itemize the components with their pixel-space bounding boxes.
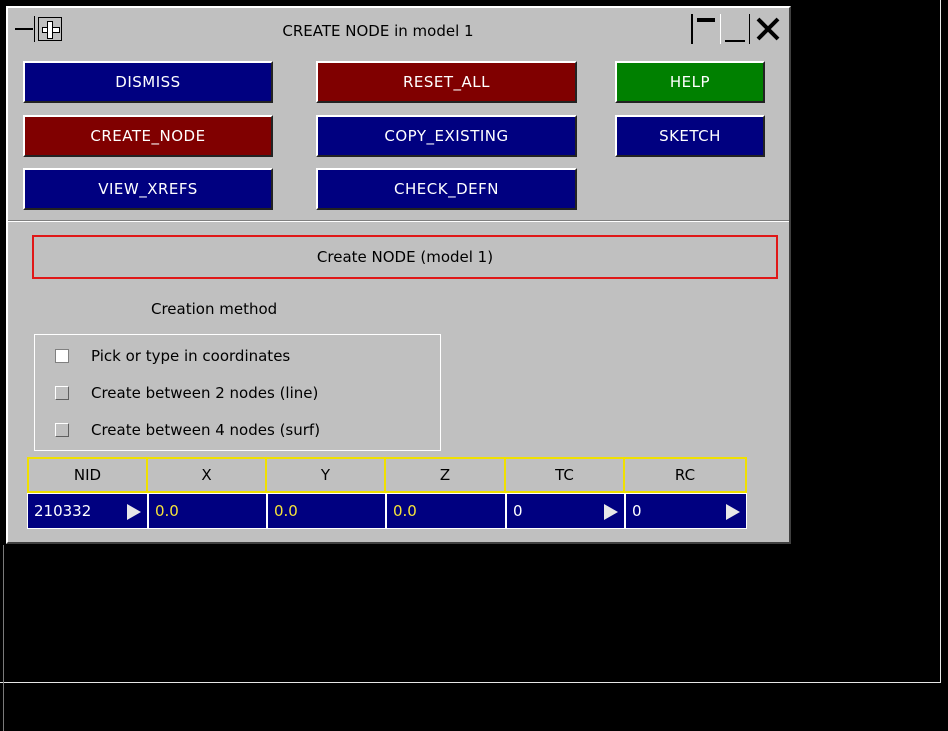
checkbox-icon[interactable] — [55, 386, 69, 400]
header-rc: RC — [623, 457, 747, 493]
header-nid: NID — [27, 457, 148, 493]
popup-arrow-icon[interactable] — [726, 504, 740, 520]
check-defn-button[interactable]: CHECK_DEFN — [316, 168, 577, 210]
minimize-icon[interactable] — [691, 14, 719, 44]
checkbox-icon[interactable] — [55, 349, 69, 363]
background-border-left — [3, 545, 4, 731]
view-xrefs-button[interactable]: VIEW_XREFS — [23, 168, 273, 210]
close-icon[interactable] — [749, 14, 784, 44]
nid-value: 210332 — [34, 502, 92, 520]
help-button[interactable]: HELP — [615, 61, 765, 103]
method-option-line[interactable]: Create between 2 nodes (line) — [55, 382, 318, 404]
title-bar[interactable]: CREATE NODE in model 1 — [8, 8, 789, 50]
background-border-right — [940, 0, 941, 682]
popup-arrow-icon[interactable] — [127, 504, 141, 520]
separator — [8, 220, 789, 222]
create-node-window: CREATE NODE in model 1 DISMISS RESET_ALL… — [6, 6, 791, 544]
copy-existing-button[interactable]: COPY_EXISTING — [316, 115, 577, 157]
method-option-label: Create between 4 nodes (surf) — [91, 421, 321, 439]
z-value: 0.0 — [393, 502, 417, 520]
x-value: 0.0 — [155, 502, 179, 520]
tc-value: 0 — [513, 502, 523, 520]
nid-field[interactable]: 210332 — [27, 493, 148, 529]
creation-method-group: Pick or type in coordinates Create betwe… — [34, 334, 441, 451]
method-option-pick[interactable]: Pick or type in coordinates — [55, 345, 290, 367]
dismiss-button[interactable]: DISMISS — [23, 61, 273, 103]
maximize-icon[interactable] — [720, 14, 747, 44]
method-option-surf[interactable]: Create between 4 nodes (surf) — [55, 419, 320, 441]
header-y: Y — [265, 457, 386, 493]
popup-arrow-icon[interactable] — [604, 504, 618, 520]
header-x: X — [146, 457, 267, 493]
x-field[interactable]: 0.0 — [148, 493, 267, 529]
header-tc: TC — [504, 457, 625, 493]
rc-field[interactable]: 0 — [625, 493, 747, 529]
background-border-bottom — [0, 682, 941, 683]
z-field[interactable]: 0.0 — [386, 493, 506, 529]
node-fields-grid: NID X Y Z TC RC 210332 0.0 0.0 0.0 0 0 — [27, 457, 747, 529]
window-menu-icon[interactable] — [12, 16, 35, 42]
checkbox-icon[interactable] — [55, 423, 69, 437]
method-option-label: Create between 2 nodes (line) — [91, 384, 319, 402]
panel-heading: Create NODE (model 1) — [32, 235, 778, 279]
method-option-label: Pick or type in coordinates — [91, 347, 291, 365]
header-z: Z — [384, 457, 506, 493]
y-field[interactable]: 0.0 — [267, 493, 386, 529]
move-cross-icon[interactable] — [38, 17, 62, 41]
window-title: CREATE NODE in model 1 — [282, 22, 474, 40]
reset-all-button[interactable]: RESET_ALL — [316, 61, 577, 103]
sketch-button[interactable]: SKETCH — [615, 115, 765, 157]
rc-value: 0 — [632, 502, 642, 520]
y-value: 0.0 — [274, 502, 298, 520]
tc-field[interactable]: 0 — [506, 493, 625, 529]
creation-method-label: Creation method — [151, 300, 278, 318]
create-node-button[interactable]: CREATE_NODE — [23, 115, 273, 157]
